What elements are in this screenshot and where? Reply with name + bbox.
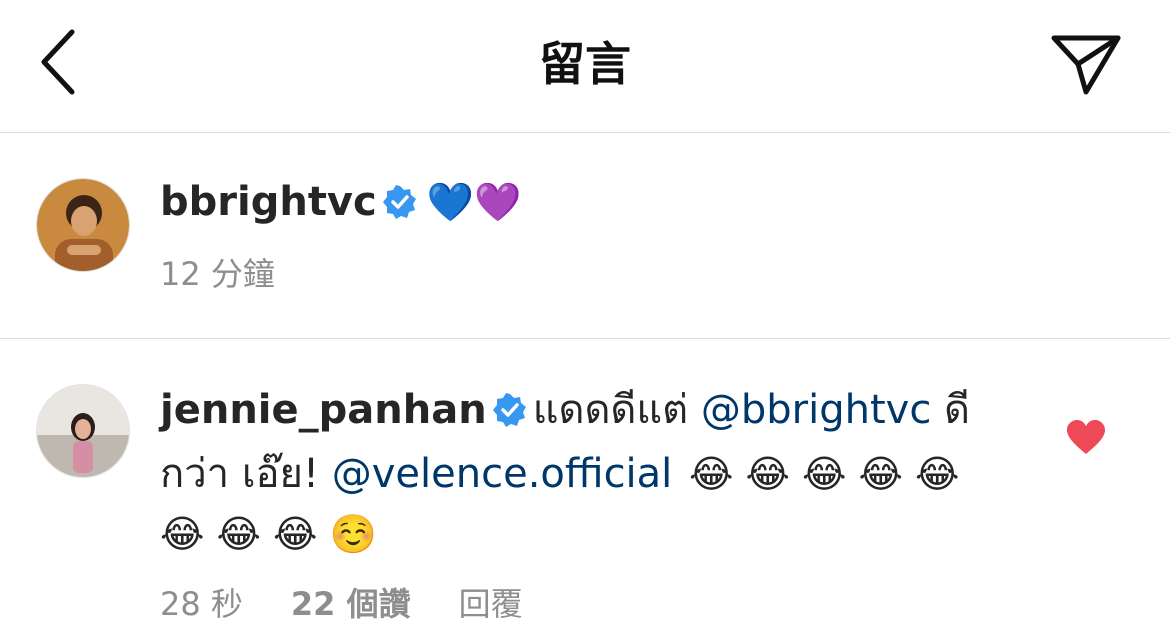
likes-count[interactable]: 22 個讚 <box>291 585 411 623</box>
profile-photo-jennie-panhan <box>37 385 129 477</box>
avatar[interactable] <box>36 178 130 272</box>
page-title: 留言 <box>539 37 631 91</box>
comment-username[interactable]: bbrightvc <box>160 179 377 225</box>
verified-badge-icon <box>382 176 417 236</box>
heart-filled-icon <box>1067 420 1105 454</box>
avatar[interactable] <box>36 384 130 478</box>
comment-username[interactable]: jennie_panhan <box>160 387 487 433</box>
paper-plane-icon <box>1051 35 1121 95</box>
like-button[interactable] <box>1066 420 1106 456</box>
profile-photo-bbrightvc <box>37 179 129 271</box>
comment-time: 28 秒 <box>160 585 243 623</box>
header-bar: 留言 <box>0 0 1170 132</box>
comment-time: 12 分鐘 <box>160 255 275 293</box>
comment-emoji-text: 😂 😂 😂 ☺️ <box>160 512 377 556</box>
comments-screen: 留言 bbrightvc 💙💜 12 分鐘 jennie_panhan แดดด… <box>0 0 1170 626</box>
comment-emoji-text: 💙💜 <box>426 180 522 224</box>
verified-badge-icon <box>492 384 527 444</box>
comment-jennie-panhan: jennie_panhan แดดดีแต่ @bbrightvc ดี กว่า… <box>160 380 1050 626</box>
comment-bbrightvc: bbrightvc 💙💜 12 分鐘 <box>160 172 1050 298</box>
comment-divider <box>0 338 1170 339</box>
mention-link[interactable]: @velence.official <box>332 451 673 497</box>
reply-button[interactable]: 回覆 <box>459 585 523 623</box>
share-button[interactable] <box>1046 30 1126 100</box>
comment-text: ดี <box>931 387 971 433</box>
comment-emoji-text: 😂 😂 😂 😂 😂 <box>689 452 960 496</box>
comment-text: กว่า เอ๊ย! <box>160 451 332 497</box>
mention-link[interactable]: @bbrightvc <box>701 387 931 433</box>
comment-text: แดดดีแต่ <box>532 387 701 433</box>
header-divider <box>0 132 1170 133</box>
